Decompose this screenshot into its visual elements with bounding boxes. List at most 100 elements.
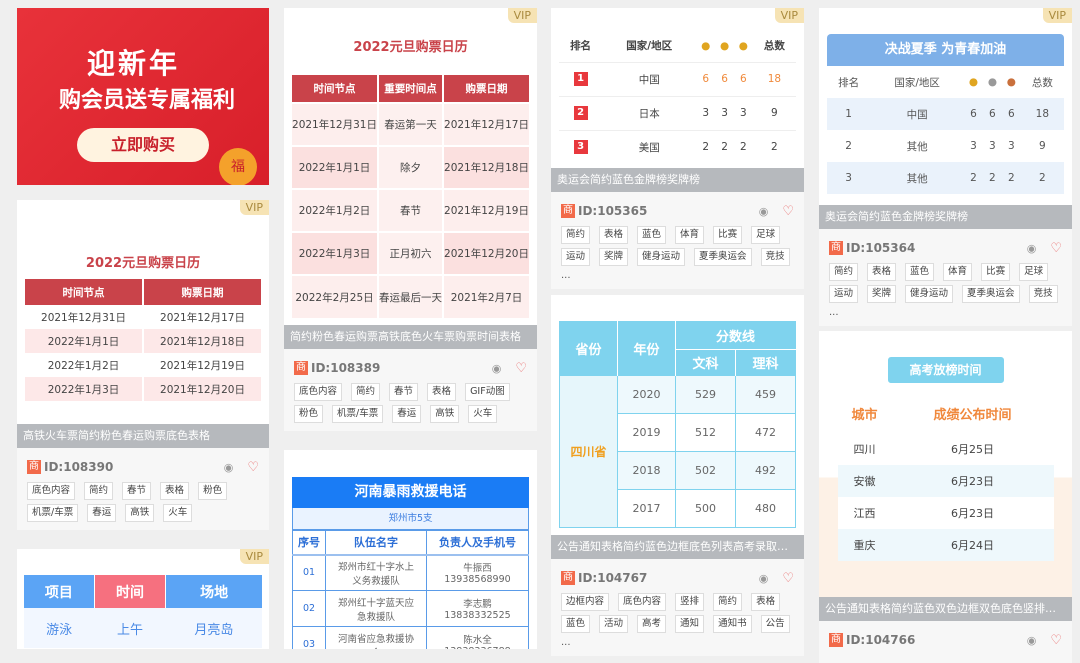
buy-now-button[interactable]: 立即购买 xyxy=(77,128,209,162)
tag[interactable]: 夏季奥运会 xyxy=(962,285,1020,303)
tag[interactable]: 竖排 xyxy=(675,593,705,611)
table-cell: 2018 xyxy=(617,451,676,490)
more-tags[interactable]: ... xyxy=(829,307,839,318)
tag[interactable]: 高铁 xyxy=(430,405,460,423)
tag[interactable]: 春运 xyxy=(392,405,422,423)
template-id: ID:104766 xyxy=(846,633,916,647)
table-cell: 03 xyxy=(292,626,326,649)
heart-icon[interactable]: ♡ xyxy=(782,204,794,219)
tag[interactable]: 健身运动 xyxy=(637,248,686,266)
tag[interactable]: 足球 xyxy=(751,226,781,244)
tag[interactable]: 机票/车票 xyxy=(332,405,384,423)
card-caption[interactable]: 高铁火车票简约粉色春运购票底色表格 xyxy=(17,424,269,448)
tag[interactable]: 通知书 xyxy=(713,615,752,633)
eye-icon[interactable]: ◉ xyxy=(224,461,234,474)
card-caption[interactable]: 奥运会简约蓝色金牌榜奖牌榜 xyxy=(819,205,1072,229)
tag[interactable]: 简约 xyxy=(829,263,859,281)
table-cell: 春节 xyxy=(376,188,443,232)
tag[interactable]: 底色内容 xyxy=(27,482,76,500)
tag[interactable]: 春节 xyxy=(389,383,419,401)
template-card-108390[interactable]: VIP 2022元旦购票日历 时间节点 购票日期 2021年12月31日 2021年… xyxy=(17,200,269,530)
table-cell: 2021年12月19日 xyxy=(142,353,261,377)
table-cell: 其他 xyxy=(870,162,965,194)
banner-vip-promo[interactable]: 迎新年 购会员送专属福利 立即购买 福 xyxy=(17,8,269,185)
tag[interactable]: 体育 xyxy=(675,226,705,244)
tag-list: 底色内容 简约 春节 表格 粉色机票/车票 春运 高铁 火车 xyxy=(27,482,259,522)
tag[interactable]: 夏季奥运会 xyxy=(694,248,752,266)
heart-icon[interactable]: ♡ xyxy=(247,460,259,475)
tag[interactable]: 简约 xyxy=(561,226,591,244)
eye-icon[interactable]: ◉ xyxy=(759,205,769,218)
tag[interactable]: 春节 xyxy=(122,482,152,500)
tag[interactable]: 简约 xyxy=(84,482,114,500)
tag[interactable]: 火车 xyxy=(163,504,193,522)
tag[interactable]: 火车 xyxy=(468,405,498,423)
tag[interactable]: 边框内容 xyxy=(561,593,610,611)
fu-decoration-icon: 福 xyxy=(219,148,257,185)
th: 成绩公布时间 xyxy=(933,407,1012,423)
eye-icon[interactable]: ◉ xyxy=(1027,242,1037,255)
tag[interactable]: 表格 xyxy=(751,593,781,611)
tag[interactable]: 公告 xyxy=(760,615,790,633)
tag[interactable]: 比赛 xyxy=(981,263,1011,281)
tag[interactable]: 简约 xyxy=(351,383,381,401)
table-cell: 2021年2月7日 xyxy=(442,274,529,318)
tag[interactable]: 简约 xyxy=(713,593,743,611)
tag[interactable]: 运动 xyxy=(829,285,859,303)
table-cell: 2 xyxy=(696,129,716,164)
tag[interactable]: 健身运动 xyxy=(905,285,954,303)
tag[interactable]: 蓝色 xyxy=(905,263,935,281)
eye-icon[interactable]: ◉ xyxy=(492,362,502,375)
tag[interactable]: 表格 xyxy=(160,482,190,500)
table-cell: 6 xyxy=(696,61,716,96)
tag[interactable]: 底色内容 xyxy=(618,593,667,611)
template-card-104767[interactable]: 省份 年份 分数线 文科 理科 四川省 2020 529 459 2019 512 472 2018… xyxy=(551,295,804,656)
tag[interactable]: 奖牌 xyxy=(867,285,897,303)
tag[interactable]: 体育 xyxy=(943,263,973,281)
card-caption[interactable]: 公告通知表格简约蓝色边框底色列表高考录取分... xyxy=(551,535,804,559)
template-card-rescue[interactable]: 河南暴雨救援电话 郑州市5支 序号 队伍名字 负责人及手机号 01 郑州市红十字水上义… xyxy=(284,450,537,649)
tag[interactable]: 粉色 xyxy=(198,482,228,500)
tag[interactable]: 高考 xyxy=(637,615,667,633)
table-cell: 6月25日 xyxy=(891,433,1054,465)
tag[interactable]: GIF动图 xyxy=(465,383,510,401)
tag[interactable]: 通知 xyxy=(675,615,705,633)
more-tags[interactable]: ... xyxy=(561,637,571,648)
tag[interactable]: 表格 xyxy=(867,263,897,281)
tag[interactable]: 蓝色 xyxy=(561,615,591,633)
tag[interactable]: 足球 xyxy=(1019,263,1049,281)
heart-icon[interactable]: ♡ xyxy=(782,571,794,586)
heart-icon[interactable]: ♡ xyxy=(515,361,527,376)
tag[interactable]: 粉色 xyxy=(294,405,324,423)
table-cell: 02 xyxy=(292,590,326,627)
template-card-108389[interactable]: VIP 2022元旦购票日历 时间节点 重要时间点 购票日期 2021年12月31日… xyxy=(284,8,537,431)
template-card-105364[interactable]: VIP 决战夏季 为青春加油 排名 国家/地区 ● ● ● 总数 1 中国 6 6 6 18 2 其他 3… xyxy=(819,8,1072,326)
tag[interactable]: 表格 xyxy=(599,226,629,244)
heart-icon[interactable]: ♡ xyxy=(1050,241,1062,256)
eye-icon[interactable]: ◉ xyxy=(1027,634,1037,647)
tag[interactable]: 竞技 xyxy=(760,248,790,266)
card-caption[interactable]: 简约粉色春运购票高铁底色火车票购票时间表格 xyxy=(284,325,537,349)
tag[interactable]: 表格 xyxy=(427,383,457,401)
tag[interactable]: 机票/车票 xyxy=(27,504,79,522)
table-row: 2 其他 3 3 3 9 xyxy=(827,130,1064,162)
template-card-104766[interactable]: 高考放榜时间 城市 成绩公布时间 四川 6月25日 安徽 6月23日 江西 6月23日 重庆 6… xyxy=(819,331,1072,663)
tag[interactable]: 竞技 xyxy=(1028,285,1058,303)
th: 国家/地区 xyxy=(894,76,940,89)
card-caption[interactable]: 奥运会简约蓝色金牌榜奖牌榜 xyxy=(551,168,804,192)
tag[interactable]: 运动 xyxy=(561,248,591,266)
more-tags[interactable]: ... xyxy=(561,270,571,281)
template-card-schedule[interactable]: VIP 项目 时间 场地 游泳 上午 月亮岛 xyxy=(17,549,269,649)
tag[interactable]: 春运 xyxy=(87,504,117,522)
tag[interactable]: 高铁 xyxy=(125,504,155,522)
card-caption[interactable]: 公告通知表格简约蓝色双色边框双色底色竖排列表 xyxy=(819,597,1072,621)
template-card-105365[interactable]: VIP 排名 国家/地区 ● ● ● 总数 1 中国 6 6 6 18 2 日本 3 3 3 9 3 美国 2 2 2 2 … xyxy=(551,8,804,289)
vip-badge: VIP xyxy=(507,8,537,23)
tag[interactable]: 底色内容 xyxy=(294,383,343,401)
tag[interactable]: 奖牌 xyxy=(599,248,629,266)
eye-icon[interactable]: ◉ xyxy=(759,572,769,585)
tag[interactable]: 蓝色 xyxy=(637,226,667,244)
heart-icon[interactable]: ♡ xyxy=(1050,633,1062,648)
tag[interactable]: 活动 xyxy=(599,615,629,633)
tag[interactable]: 比赛 xyxy=(713,226,743,244)
